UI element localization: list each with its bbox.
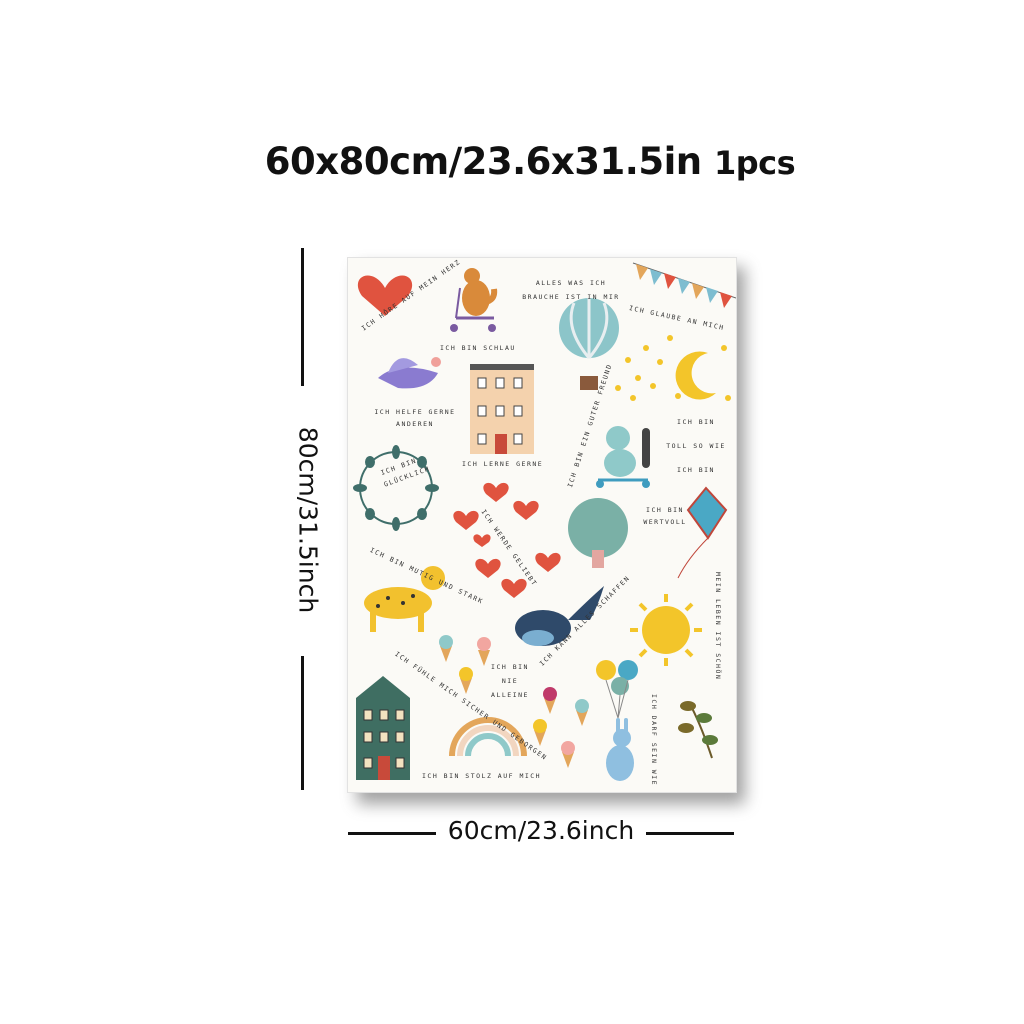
- wreath-icon: [353, 445, 439, 531]
- bunting-icon: [632, 262, 736, 308]
- height-dimension-line-bottom: [301, 656, 304, 790]
- phrase-never-alone: ICH BIN NIE ALLEINE: [491, 663, 529, 699]
- phrase-learn: ICH LERNE GERNE: [462, 460, 544, 468]
- phrase-proud: ICH BIN STOLZ AUF MICH: [422, 772, 542, 780]
- width-dimension-line-right: [646, 832, 734, 835]
- phrase-great-as-i-am: ICH BIN TOLL SO WIE ICH BIN: [666, 418, 726, 474]
- phrase-valuable: ICH BIN WERTVOLL: [643, 506, 687, 526]
- poster-canvas: ICH HÖRE AUF MEIN HERZ ALLES WAS ICH BRA…: [347, 257, 737, 793]
- width-dimension: 60cm/23.6inch: [348, 812, 734, 852]
- sun-icon: [630, 594, 702, 666]
- phrase-may-be-myself: ICH DARF SEIN WIE ICH MÖCHTE: [650, 694, 658, 793]
- height-label: 80cm/31.5inch: [293, 426, 323, 614]
- rabbit-icon: [606, 718, 634, 781]
- bird-icon: [378, 357, 441, 389]
- tree-icon: [568, 498, 628, 568]
- building-icon: [470, 364, 534, 454]
- width-label: 60cm/23.6inch: [447, 816, 635, 845]
- kite-icon: [677, 486, 728, 579]
- phrase-life-beautiful: MEIN LEBEN IST SCHÖN: [714, 572, 722, 681]
- title-quantity: 1pcs: [714, 144, 796, 182]
- title-size: 60x80cm/23.6x31.5in: [264, 140, 702, 183]
- green-house-icon: [356, 676, 410, 780]
- phrase-smart: ICH BIN SCHLAU: [440, 344, 516, 352]
- fox-scooter-icon: [450, 268, 498, 332]
- moon-icon: [675, 351, 716, 400]
- phrase-help-others: ICH HELFE GERNE ANDEREN: [374, 408, 456, 428]
- phrase-everything-in-me: ALLES WAS ICH BRAUCHE IST IN MIR: [522, 279, 620, 301]
- leaf-branch-icon: [678, 701, 718, 759]
- height-dimension-line-top: [301, 248, 304, 386]
- stars-icon: [615, 335, 731, 401]
- raccoon-scooter-icon: [596, 426, 650, 488]
- balloons-icon: [596, 660, 638, 719]
- product-title: 60x80cm/23.6x31.5in 1pcs: [0, 140, 1024, 183]
